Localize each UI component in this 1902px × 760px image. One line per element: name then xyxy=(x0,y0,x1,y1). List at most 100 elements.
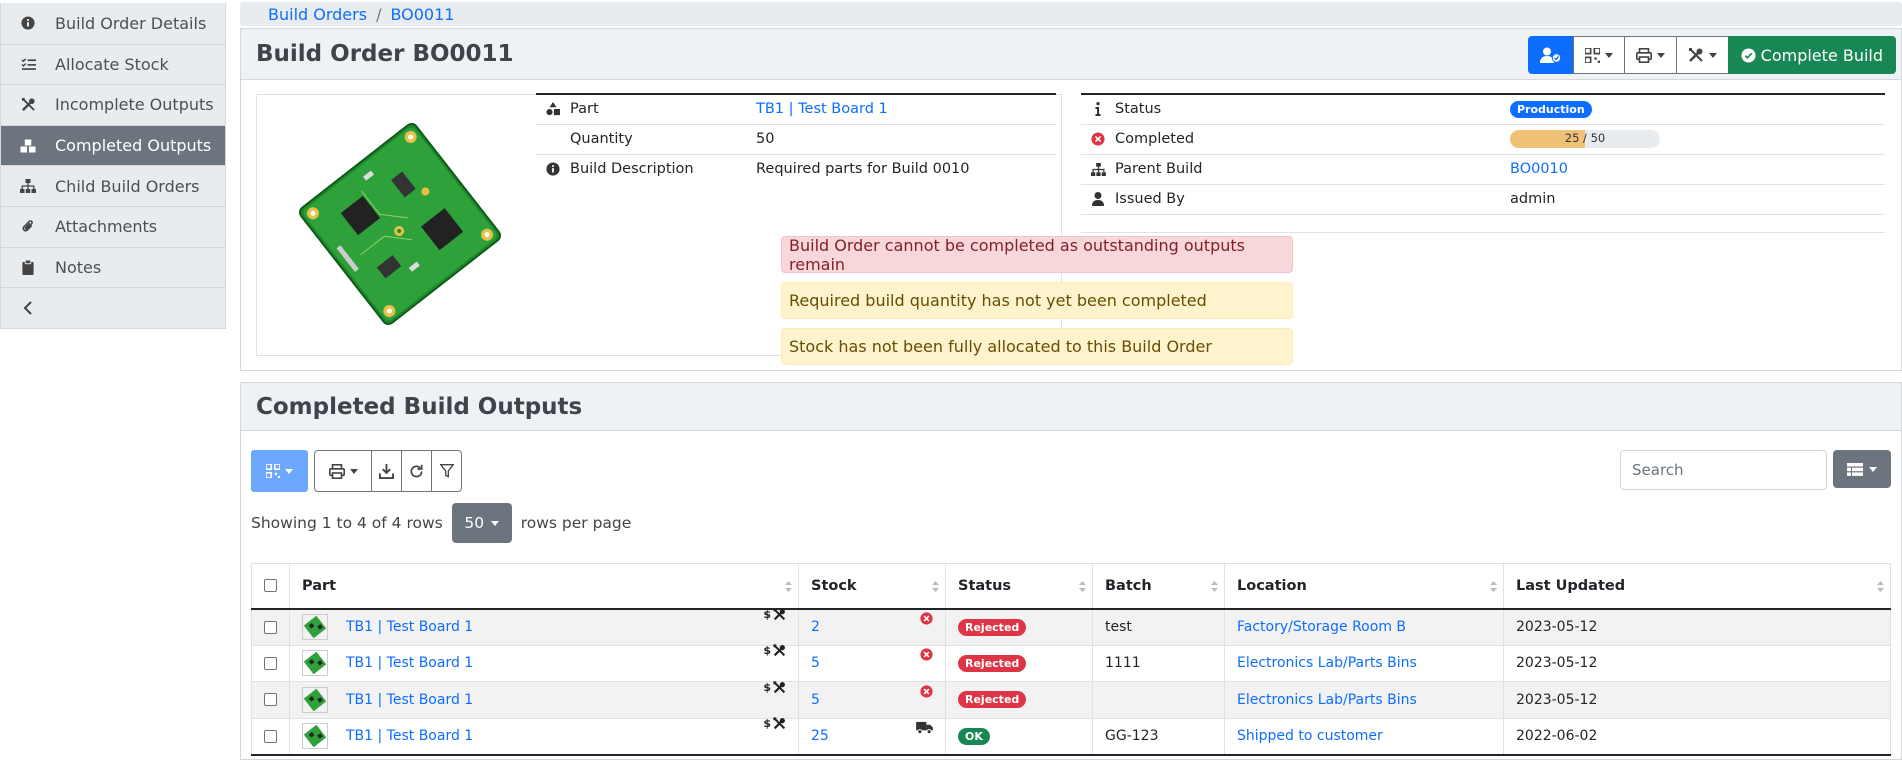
batch-cell xyxy=(1092,681,1225,718)
row-checkbox[interactable] xyxy=(264,693,277,707)
location-cell: Shipped to customer xyxy=(1224,717,1504,756)
stock-cell: 5 xyxy=(798,644,946,682)
detail-label: Parent Build xyxy=(1115,153,1510,184)
part-cell: TB1 | Test Board 1 $ xyxy=(289,680,799,718)
column-header-location[interactable]: Location xyxy=(1224,563,1504,610)
assign-user-button[interactable] xyxy=(1527,36,1574,74)
stock-cell: 25 xyxy=(798,717,946,756)
part-link[interactable]: TB1 | Test Board 1 xyxy=(346,619,473,635)
row-checkbox[interactable] xyxy=(264,656,277,670)
sort-icon xyxy=(1877,581,1884,592)
chevron-left-icon xyxy=(1,301,55,315)
build-details-table: Part TB1 | Test Board 1 Quantity 50 Buil… xyxy=(536,93,1056,184)
sidebar-item-allocate-stock[interactable]: Allocate Stock xyxy=(1,43,225,85)
tasks-icon xyxy=(1,58,55,71)
sidebar-item-build-order-details[interactable]: Build Order Details xyxy=(1,3,225,44)
column-header-batch[interactable]: Batch xyxy=(1092,563,1225,610)
filter-button[interactable] xyxy=(431,450,462,492)
table-header-row: Part Stock Status Batch Location Last Up… xyxy=(251,563,1891,610)
column-header-part[interactable]: Part xyxy=(289,563,799,610)
stock-link[interactable]: 5 xyxy=(811,655,820,671)
alert-quantity-incomplete: Required build quantity has not yet been… xyxy=(781,282,1293,319)
info-icon xyxy=(1081,102,1115,117)
detail-row-completed: Completed 25 / 50 xyxy=(1081,123,1885,154)
sitemap-icon xyxy=(1081,162,1115,176)
refresh-button[interactable] xyxy=(401,450,432,492)
sidebar-item-child-build-orders[interactable]: Child Build Orders xyxy=(1,165,225,206)
select-all-checkbox[interactable] xyxy=(264,579,277,593)
boxes-icon xyxy=(1,139,55,153)
tools-icon xyxy=(773,608,786,621)
dollar-icon: $ xyxy=(763,680,771,694)
last-updated-cell: 2023-05-12 xyxy=(1503,608,1891,645)
complete-build-button[interactable]: Complete Build xyxy=(1727,36,1896,74)
table-row: TB1 | Test Board 1 $2 Rejected test Factory/… xyxy=(251,608,1891,645)
breadcrumb-separator: / xyxy=(376,4,382,24)
table-row: TB1 | Test Board 1 $5 Rejected 1111 Electron… xyxy=(251,644,1891,682)
columns-menu-button[interactable] xyxy=(1833,450,1891,488)
status-badge: OK xyxy=(958,727,990,745)
sort-icon xyxy=(1079,581,1086,592)
detail-label: Quantity xyxy=(570,123,756,154)
search-input[interactable] xyxy=(1620,450,1827,490)
part-link[interactable]: TB1 | Test Board 1 xyxy=(756,101,888,117)
sidebar-item-label: Incomplete Outputs xyxy=(55,95,214,115)
detail-row-description: Build Description Required parts for Bui… xyxy=(536,153,1056,184)
sidebar-item-notes[interactable]: Notes xyxy=(1,246,225,288)
refresh-icon xyxy=(409,464,424,479)
breadcrumb-build-orders[interactable]: Build Orders xyxy=(268,5,367,24)
detail-label: Completed xyxy=(1115,123,1510,154)
column-header-status[interactable]: Status xyxy=(945,563,1093,610)
barcode-actions-button[interactable] xyxy=(1572,36,1625,74)
location-link[interactable]: Electronics Lab/Parts Bins xyxy=(1237,692,1417,708)
last-updated-cell: 2023-05-12 xyxy=(1503,681,1891,718)
row-checkbox[interactable] xyxy=(264,620,277,634)
stock-cell: 2 xyxy=(798,608,946,645)
description-value: Required parts for Build 0010 xyxy=(756,153,1056,184)
sidebar-item-attachments[interactable]: Attachments xyxy=(1,205,225,247)
status-badge: Production xyxy=(1510,100,1592,118)
column-header-stock[interactable]: Stock xyxy=(798,563,946,610)
page-title: Build Order BO0011 xyxy=(256,41,514,67)
info-circle-icon xyxy=(1,16,55,30)
barcode-menu-button[interactable] xyxy=(251,450,308,492)
part-link[interactable]: TB1 | Test Board 1 xyxy=(346,655,473,671)
location-link[interactable]: Electronics Lab/Parts Bins xyxy=(1237,655,1417,671)
column-header-last-updated[interactable]: Last Updated xyxy=(1503,563,1891,610)
sidebar: Build Order Details Allocate Stock Incom… xyxy=(0,3,226,329)
part-link[interactable]: TB1 | Test Board 1 xyxy=(346,692,473,708)
dollar-icon: $ xyxy=(763,644,771,658)
rows-per-page-text: rows per page xyxy=(520,514,632,532)
sidebar-item-label: Completed Outputs xyxy=(55,136,212,156)
part-link[interactable]: TB1 | Test Board 1 xyxy=(346,728,473,744)
breadcrumb-current[interactable]: BO0011 xyxy=(390,5,454,24)
download-button[interactable] xyxy=(371,450,402,492)
tools-icon xyxy=(1,97,55,112)
build-status-table: Status Production Completed 25 / 50 Pare… xyxy=(1081,93,1885,233)
detail-row-status: Status Production xyxy=(1081,93,1885,124)
print-menu-button[interactable] xyxy=(314,450,372,492)
stock-link[interactable]: 5 xyxy=(811,692,820,708)
sidebar-item-incomplete-outputs[interactable]: Incomplete Outputs xyxy=(1,84,225,125)
chevron-down-icon xyxy=(1869,466,1877,472)
outputs-toolbar xyxy=(251,450,462,492)
download-icon xyxy=(379,463,394,479)
last-updated-cell: 2023-05-12 xyxy=(1503,644,1891,682)
row-checkbox[interactable] xyxy=(264,729,277,743)
build-actions-button[interactable] xyxy=(1675,36,1729,74)
stock-link[interactable]: 25 xyxy=(811,728,829,744)
user-check-icon xyxy=(1539,47,1562,63)
outputs-title: Completed Build Outputs xyxy=(256,393,583,420)
location-link[interactable]: Shipped to customer xyxy=(1237,728,1383,744)
stock-link[interactable]: 2 xyxy=(811,619,820,635)
user-icon xyxy=(1081,192,1115,206)
parent-build-link[interactable]: BO0010 xyxy=(1510,161,1568,177)
last-updated-cell: 2022-06-02 xyxy=(1503,717,1891,756)
sidebar-collapse-button[interactable] xyxy=(1,287,225,328)
print-actions-button[interactable] xyxy=(1623,36,1677,74)
location-link[interactable]: Factory/Storage Room B xyxy=(1237,619,1406,635)
status-cell: Rejected xyxy=(945,644,1093,682)
part-thumbnail xyxy=(302,650,328,677)
sidebar-item-completed-outputs[interactable]: Completed Outputs xyxy=(1,124,225,166)
page-size-button[interactable]: 50 xyxy=(451,503,512,543)
